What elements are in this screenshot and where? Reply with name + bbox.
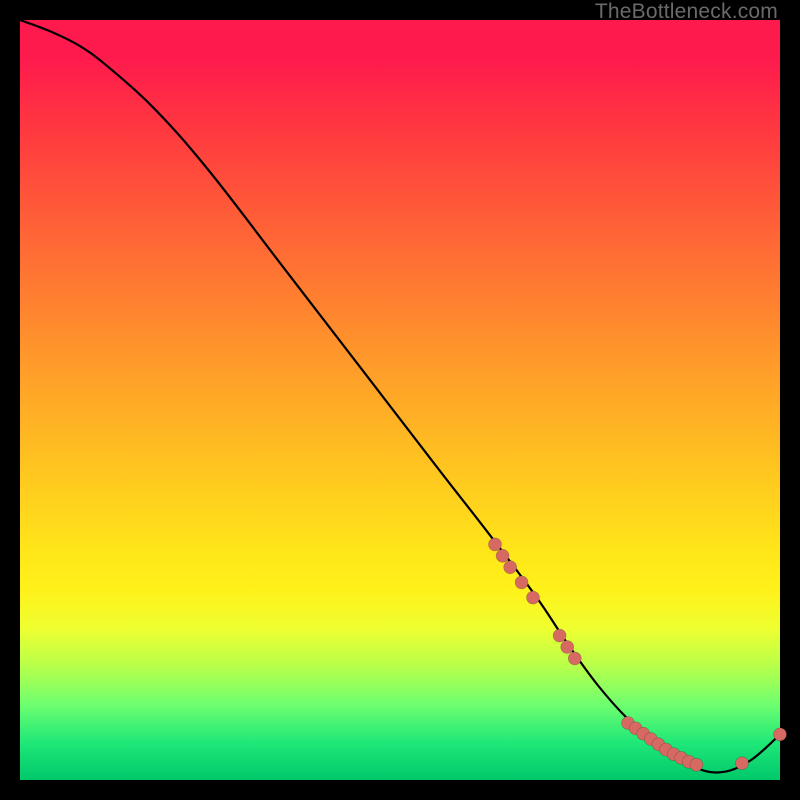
plot-area [20, 20, 780, 780]
marker-point [515, 576, 528, 589]
marker-point [489, 538, 502, 551]
marker-point [496, 549, 509, 562]
marker-point [553, 629, 566, 642]
marker-point [561, 641, 574, 654]
marker-point [774, 728, 787, 741]
marker-point [690, 758, 703, 771]
chart-svg [20, 20, 780, 780]
chart-stage: TheBottleneck.com [0, 0, 800, 800]
bottleneck-curve [20, 20, 780, 772]
marker-point [736, 757, 749, 770]
marker-group [489, 538, 787, 771]
marker-point [504, 561, 517, 574]
marker-point [527, 591, 540, 604]
marker-point [568, 652, 581, 665]
